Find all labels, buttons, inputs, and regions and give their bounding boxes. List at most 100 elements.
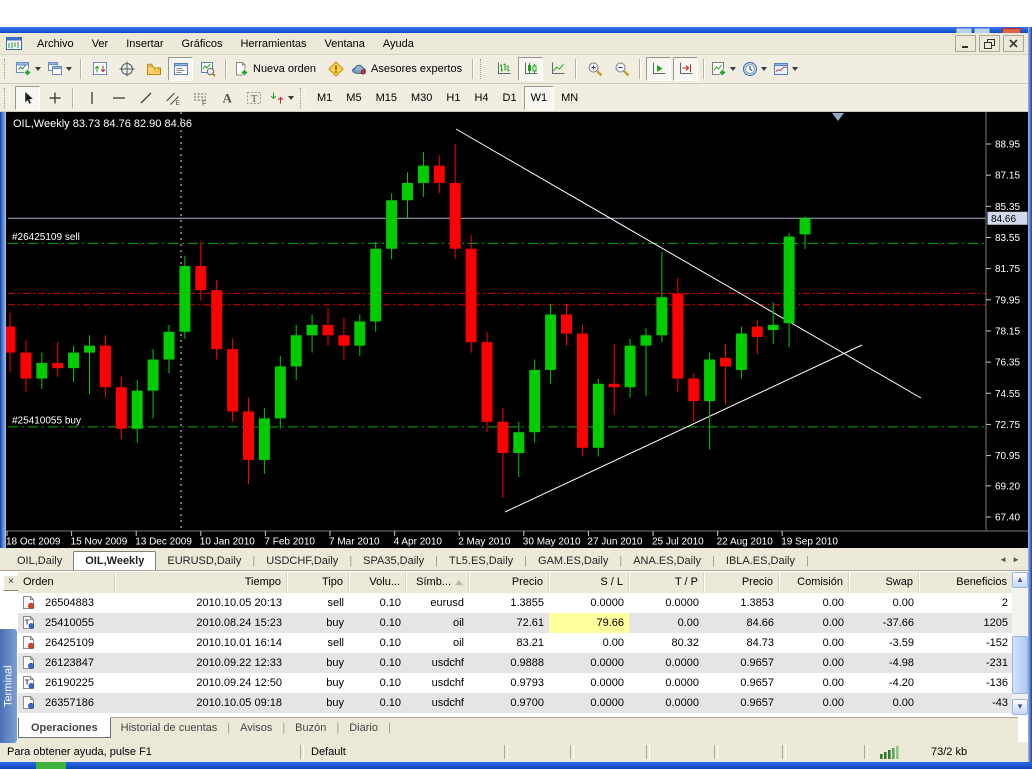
templates-button[interactable]: [772, 57, 801, 81]
dropdown-arrow-icon[interactable]: [66, 67, 72, 71]
scroll-up-button[interactable]: ▲: [1012, 572, 1028, 588]
column-header-comision[interactable]: Comisión: [779, 572, 849, 592]
order-row-26357186[interactable]: 263571862010.10.05 09:18buy0.10usdchf0.9…: [18, 693, 1013, 713]
column-header-simbolo[interactable]: Símb...: [406, 572, 469, 592]
order-row-26123847[interactable]: 261238472010.09.22 12:33buy0.10usdchf0.9…: [18, 653, 1013, 673]
menu-herramientas[interactable]: Herramientas: [231, 35, 315, 53]
fibonacci-button[interactable]: F: [187, 86, 212, 110]
cursor-button[interactable]: [15, 86, 40, 110]
price-chart[interactable]: #26425109 sell#25410055 buyOIL,Weekly 83…: [6, 112, 1028, 548]
timeframe-m30-button[interactable]: M30: [404, 86, 439, 110]
menu-ventana[interactable]: Ventana: [316, 35, 374, 53]
chart-tab-ibla-es-daily[interactable]: IBLA.ES,Daily: [717, 552, 804, 570]
arrows-button[interactable]: [268, 86, 297, 110]
new-order-button[interactable]: Nueva orden: [232, 57, 321, 81]
terminal-side-tab[interactable]: Terminal: [0, 629, 17, 743]
timeframe-mn-button[interactable]: MN: [554, 86, 585, 110]
tab-scroll-left-icon[interactable]: ◄: [999, 555, 1007, 565]
market-watch-button[interactable]: [87, 57, 112, 81]
zoom-in-button[interactable]: [582, 57, 607, 81]
line-chart-button[interactable]: [545, 57, 570, 81]
toolbar-grip[interactable]: [300, 88, 306, 108]
tab-scroll-right-icon[interactable]: ►: [1012, 555, 1020, 565]
scrollbar-thumb[interactable]: [1012, 636, 1028, 694]
dropdown-arrow-icon[interactable]: [288, 96, 294, 100]
chart-tab-gam-es-daily[interactable]: GAM.ES,Daily: [529, 552, 617, 570]
column-header-swap[interactable]: Swap: [849, 572, 919, 592]
toolbar-grip[interactable]: [4, 88, 10, 108]
timeframe-h4-button[interactable]: H4: [467, 86, 495, 110]
strategy-tester-button[interactable]: [195, 57, 220, 81]
chart-tab-oil-weekly[interactable]: OIL,Weekly: [73, 551, 156, 570]
toolbar-grip[interactable]: [4, 59, 10, 79]
column-header-tiempo[interactable]: Tiempo: [115, 572, 287, 592]
chart-tab-ana-es-daily[interactable]: ANA.ES,Daily: [624, 552, 710, 570]
chart-tab-oil-daily[interactable]: OIL,Daily: [8, 552, 71, 570]
trendline-button[interactable]: [133, 86, 158, 110]
menu-insertar[interactable]: Insertar: [117, 35, 172, 53]
terminal-button[interactable]: [168, 57, 193, 81]
equidistant-channel-button[interactable]: E: [160, 86, 185, 110]
timeframe-m15-button[interactable]: M15: [369, 86, 404, 110]
dropdown-arrow-icon[interactable]: [792, 67, 798, 71]
text-button[interactable]: A: [214, 86, 239, 110]
indicators-button[interactable]: [710, 57, 739, 81]
dropdown-arrow-icon[interactable]: [35, 67, 41, 71]
terminal-tab-diario[interactable]: Diario: [339, 718, 388, 737]
column-header-tp[interactable]: T / P: [629, 572, 704, 592]
bar-chart-button[interactable]: [491, 57, 516, 81]
navigator-button[interactable]: [141, 57, 166, 81]
column-header-precio2[interactable]: Precio: [704, 572, 779, 592]
menu-ver[interactable]: Ver: [83, 35, 118, 53]
timeframe-d1-button[interactable]: D1: [496, 86, 524, 110]
terminal-tab-operaciones[interactable]: Operaciones: [18, 717, 111, 738]
order-row-26504883[interactable]: 265048832010.10.05 20:13sell0.10eurusd1.…: [18, 593, 1013, 613]
menu-ayuda[interactable]: Ayuda: [374, 35, 423, 53]
text-label-button[interactable]: T: [241, 86, 266, 110]
chart-shift-button[interactable]: [673, 57, 698, 81]
timeframe-h1-button[interactable]: H1: [439, 86, 467, 110]
timeframe-w1-button[interactable]: W1: [524, 86, 555, 110]
chart-tab-usdchf-daily[interactable]: USDCHF,Daily: [257, 552, 347, 570]
column-header-beneficios[interactable]: Beneficios: [919, 572, 1013, 592]
terminal-close-button[interactable]: ×: [3, 575, 19, 591]
terminal-tab-avisos[interactable]: Avisos: [230, 718, 282, 737]
autoscroll-button[interactable]: [646, 57, 671, 81]
column-header-precio[interactable]: Precio: [469, 572, 549, 592]
terminal-scrollbar[interactable]: ▲ ▼: [1012, 572, 1028, 715]
scroll-down-button[interactable]: ▼: [1012, 699, 1028, 715]
column-header-sl[interactable]: S / L: [549, 572, 629, 592]
timeframe-m1-button[interactable]: M1: [310, 86, 339, 110]
column-header-orden[interactable]: Orden: [18, 572, 115, 592]
column-header-tipo[interactable]: Tipo: [287, 572, 349, 592]
data-window-button[interactable]: [114, 57, 139, 81]
terminal-tab-historial-de-cuentas[interactable]: Historial de cuentas: [111, 718, 228, 737]
column-header-volumen[interactable]: Volu...: [349, 572, 406, 592]
order-row-26425109[interactable]: 264251092010.10.01 16:14sell0.10oil83.21…: [18, 633, 1013, 653]
menu-archivo[interactable]: Archivo: [28, 35, 83, 53]
chart-tab-tl5-es-daily[interactable]: TL5.ES,Daily: [440, 552, 522, 570]
expert-advisors-button[interactable]: Asesores expertos: [350, 57, 467, 81]
timeframe-m5-button[interactable]: M5: [339, 86, 368, 110]
zoom-out-button[interactable]: [609, 57, 634, 81]
vertical-line-button[interactable]: [79, 86, 104, 110]
chart-tab-eurusd-daily[interactable]: EURUSD,Daily: [158, 552, 250, 570]
metaeditor-button[interactable]: [323, 57, 348, 81]
dropdown-arrow-icon[interactable]: [730, 67, 736, 71]
chart-tab-spa35-daily[interactable]: SPA35,Daily: [354, 552, 433, 570]
child-restore-button[interactable]: [979, 35, 1000, 52]
order-row-25410055[interactable]: T254100552010.08.24 15:23buy0.10oil72.61…: [18, 613, 1013, 633]
periods-button[interactable]: [741, 57, 770, 81]
child-minimize-button[interactable]: [955, 35, 976, 52]
new-chart-button[interactable]: [15, 57, 44, 81]
menu-graficos[interactable]: Gráficos: [173, 35, 232, 53]
profiles-button[interactable]: [46, 57, 75, 81]
dropdown-arrow-icon[interactable]: [761, 67, 767, 71]
toolbar-grip[interactable]: [480, 59, 486, 79]
orders-table-header[interactable]: OrdenTiempoTipoVolu...Símb...PrecioS / L…: [18, 572, 1013, 594]
order-row-26190225[interactable]: T261902252010.09.24 12:50buy0.10usdchf0.…: [18, 673, 1013, 693]
horizontal-line-button[interactable]: [106, 86, 131, 110]
candlesticks-button[interactable]: [518, 57, 543, 81]
child-close-button[interactable]: [1003, 35, 1024, 52]
crosshair-button[interactable]: [42, 86, 67, 110]
